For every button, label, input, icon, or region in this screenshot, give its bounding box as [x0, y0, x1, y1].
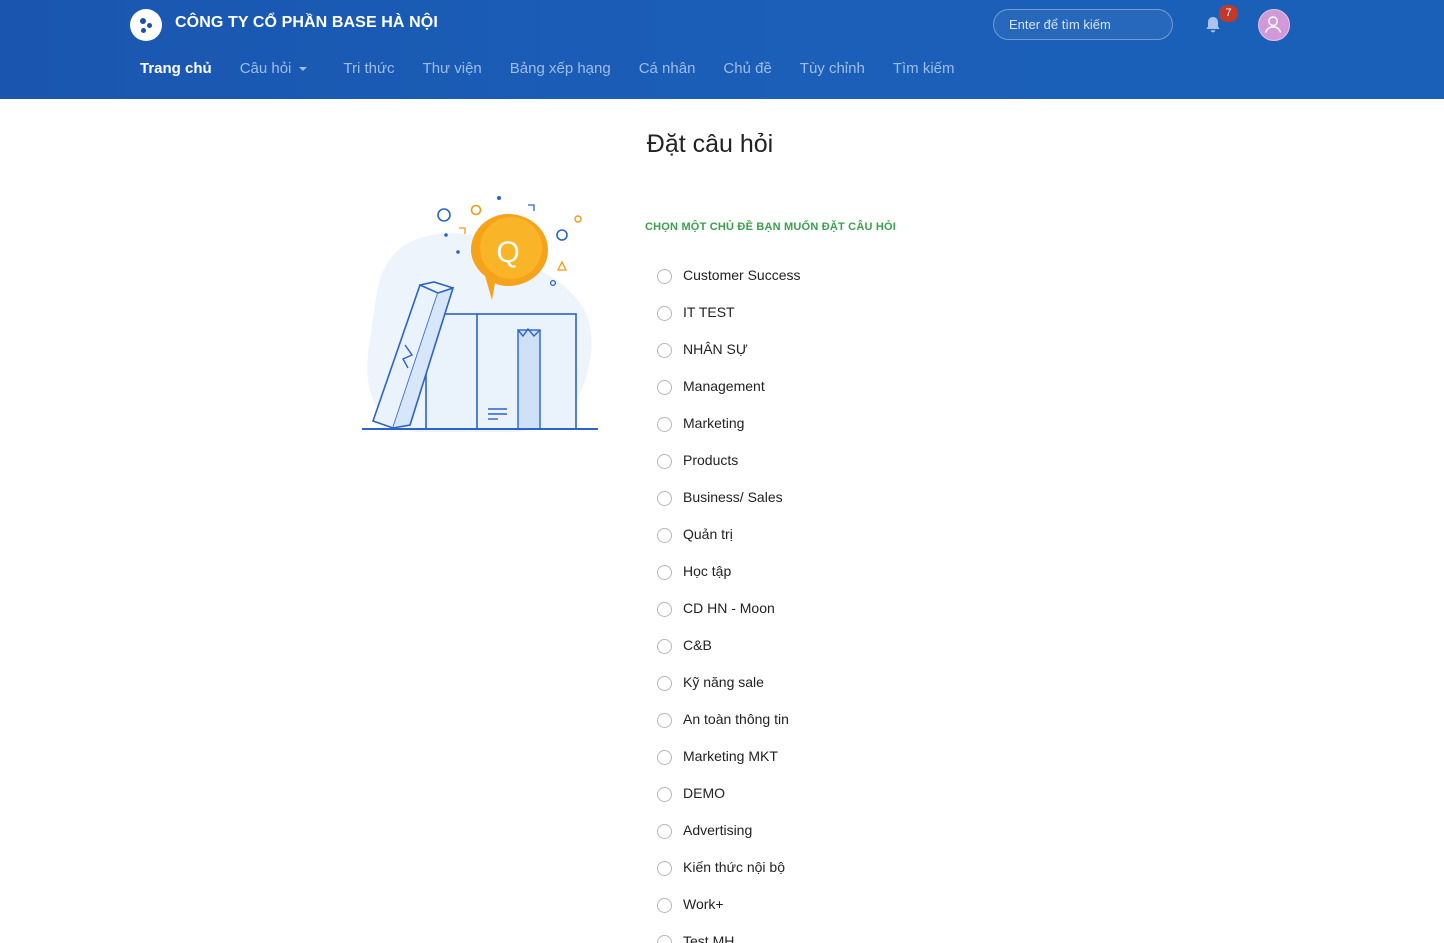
- radio-button[interactable]: [657, 305, 672, 321]
- radio-button[interactable]: [657, 897, 672, 913]
- topic-option[interactable]: Kỹ năng sale: [657, 663, 800, 700]
- radio-button[interactable]: [657, 601, 672, 617]
- topic-label: DEMO: [683, 784, 725, 801]
- nav-item-personal[interactable]: Cá nhân: [639, 60, 696, 77]
- nav-item-questions-label: Câu hỏi: [239, 60, 292, 77]
- topic-radio-list: Customer Success IT TEST NHÂN SỰ Managem…: [657, 256, 800, 943]
- nav-item-home[interactable]: Trang chủ: [140, 60, 212, 77]
- topic-option[interactable]: Products: [657, 441, 800, 478]
- notification-badge: 7: [1219, 5, 1238, 22]
- nav-item-knowledge[interactable]: Tri thức: [343, 60, 394, 77]
- radio-button[interactable]: [657, 527, 672, 543]
- topic-label: Management: [683, 377, 765, 394]
- radio-button[interactable]: [657, 342, 672, 358]
- topic-option[interactable]: Marketing MKT: [657, 737, 800, 774]
- top-header: CÔNG TY CỔ PHẦN BASE HÀ NỘI 7 Trang chủ …: [0, 0, 1444, 99]
- illustration-letter: Q: [496, 236, 519, 269]
- radio-button[interactable]: [657, 712, 672, 728]
- nav-item-search[interactable]: Tìm kiếm: [893, 60, 955, 77]
- topic-option[interactable]: DEMO: [657, 774, 800, 811]
- topic-label: Advertising: [683, 821, 753, 838]
- logo-dot: [141, 28, 146, 33]
- topic-label: Kỹ năng sale: [683, 673, 764, 690]
- radio-button[interactable]: [657, 564, 672, 580]
- nav-item-leaderboard[interactable]: Bảng xếp hạng: [510, 60, 611, 77]
- topic-label: IT TEST: [683, 303, 735, 320]
- user-icon: [1264, 16, 1282, 33]
- topic-option[interactable]: Kiến thức nội bộ: [657, 848, 800, 885]
- company-logo[interactable]: [130, 9, 162, 41]
- topic-label: CD HN - Moon: [683, 599, 775, 616]
- chevron-down-icon: [299, 67, 308, 72]
- topic-option[interactable]: Quản trị: [657, 515, 800, 552]
- topic-option[interactable]: An toàn thông tin: [657, 700, 800, 737]
- nav-item-library[interactable]: Thư viện: [423, 60, 482, 77]
- topic-label: Kiến thức nội bộ: [683, 858, 785, 875]
- search-input[interactable]: [993, 9, 1173, 40]
- radio-button[interactable]: [657, 379, 672, 395]
- topic-label: C&B: [683, 636, 712, 653]
- topic-option[interactable]: C&B: [657, 626, 800, 663]
- topic-option[interactable]: NHÂN SỰ: [657, 330, 800, 367]
- topic-option[interactable]: Customer Success: [657, 256, 800, 293]
- topic-label: Products: [683, 451, 739, 468]
- topic-option[interactable]: Management: [657, 367, 800, 404]
- radio-button[interactable]: [657, 675, 672, 691]
- topic-option[interactable]: Business/ Sales: [657, 478, 800, 515]
- page-title: Đặt câu hỏi: [646, 130, 774, 158]
- radio-button[interactable]: [657, 860, 672, 876]
- topic-label: Học tập: [683, 562, 732, 579]
- main-nav: Trang chủ Câu hỏi Tri thức Thư viện Bảng…: [140, 60, 983, 77]
- topic-label: Customer Success: [683, 266, 801, 283]
- radio-button[interactable]: [657, 490, 672, 506]
- radio-button[interactable]: [657, 638, 672, 654]
- topic-option[interactable]: Học tập: [657, 552, 800, 589]
- topic-option[interactable]: Marketing: [657, 404, 800, 441]
- radio-button[interactable]: [657, 823, 672, 839]
- nav-item-questions[interactable]: Câu hỏi: [240, 60, 308, 77]
- radio-button[interactable]: [657, 268, 672, 284]
- topics-heading: CHỌN MỘT CHỦ ĐỀ BẠN MUỐN ĐẶT CÂU HỎI: [645, 221, 897, 233]
- avatar[interactable]: [1258, 9, 1290, 41]
- topic-option[interactable]: Work+: [657, 885, 800, 922]
- nav-item-topics[interactable]: Chủ đề: [723, 60, 771, 77]
- radio-button[interactable]: [657, 934, 672, 943]
- topic-label: Business/ Sales: [683, 488, 783, 505]
- topic-label: Work+: [683, 895, 724, 912]
- logo-dot: [147, 23, 152, 28]
- topic-label: An toàn thông tin: [683, 710, 789, 727]
- topic-option[interactable]: Advertising: [657, 811, 800, 848]
- topic-option[interactable]: CD HN - Moon: [657, 589, 800, 626]
- topic-label: Quản trị: [683, 525, 733, 542]
- radio-button[interactable]: [657, 453, 672, 469]
- logo-dot: [140, 18, 146, 24]
- radio-button[interactable]: [657, 786, 672, 802]
- company-name[interactable]: CÔNG TY CỔ PHẦN BASE HÀ NỘI: [175, 14, 438, 32]
- radio-button[interactable]: [657, 749, 672, 765]
- radio-button[interactable]: [657, 416, 672, 432]
- topic-label: Marketing: [683, 414, 745, 431]
- topic-label: Test MH: [683, 932, 735, 943]
- topic-option[interactable]: IT TEST: [657, 293, 800, 330]
- topic-label: Marketing MKT: [683, 747, 778, 764]
- topic-label: NHÂN SỰ: [683, 340, 748, 357]
- ask-question-illustration: Q: [362, 196, 598, 433]
- topic-option[interactable]: Test MH: [657, 922, 800, 943]
- nav-item-customize[interactable]: Tùy chỉnh: [800, 60, 865, 77]
